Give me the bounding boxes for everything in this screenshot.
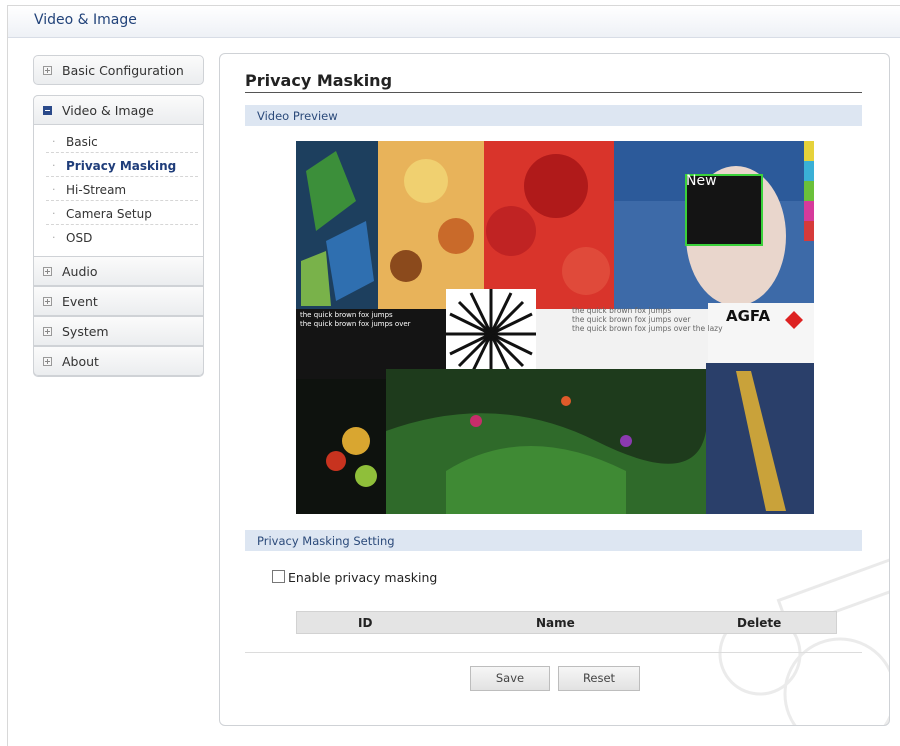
sidebar-subitem-hi-stream[interactable]: · Hi-Stream [46, 179, 198, 201]
video-brand-text: AGFA [726, 307, 771, 325]
save-button[interactable]: Save [470, 666, 550, 691]
plus-box-icon [43, 66, 52, 75]
sidebar-subitem-label: Camera Setup [66, 207, 152, 221]
sidebar-item-audio[interactable]: Audio [33, 256, 204, 286]
sidebar-item-basic-configuration[interactable]: Basic Configuration [33, 55, 204, 85]
sidebar-item-label: Video & Image [62, 103, 154, 118]
sidebar-item-label: System [62, 324, 109, 339]
plus-box-icon [43, 297, 52, 306]
header-title: Video & Image [34, 12, 137, 28]
column-header-name: Name [536, 616, 575, 630]
video-caption-left: the quick brown fox jumps the quick brow… [300, 311, 411, 328]
title-divider [245, 92, 862, 93]
sidebar-item-label: Basic Configuration [62, 63, 184, 78]
sidebar-item-label: Event [62, 294, 98, 309]
column-header-id: ID [358, 616, 373, 630]
enable-privacy-masking-label: Enable privacy masking [288, 570, 438, 585]
bullet-icon: · [52, 159, 56, 172]
column-header-delete: Delete [737, 616, 782, 630]
sidebar-subitem-osd[interactable]: · OSD [46, 227, 198, 249]
sidebar-item-label: About [62, 354, 99, 369]
section-header-privacy-masking-setting: Privacy Masking Setting [245, 530, 862, 551]
plus-box-icon [43, 327, 52, 336]
sidebar-subitem-privacy-masking[interactable]: · Privacy Masking [46, 155, 198, 177]
enable-privacy-masking-checkbox[interactable] [272, 570, 285, 583]
bullet-icon: · [52, 135, 56, 148]
page-title: Privacy Masking [245, 71, 393, 90]
top-bar: Video & Image [8, 6, 900, 38]
bullet-icon: · [52, 207, 56, 220]
sidebar-item-label: Audio [62, 264, 98, 279]
sidebar-subitem-basic[interactable]: · Basic [46, 131, 198, 153]
button-divider [245, 652, 862, 653]
sidebar-item-event[interactable]: Event [33, 286, 204, 316]
sidebar-item-about[interactable]: About [33, 346, 204, 376]
sidebar-subitem-label: Hi-Stream [66, 183, 127, 197]
sidebar-item-video-image[interactable]: Video & Image [33, 95, 204, 125]
plus-box-icon [43, 357, 52, 366]
sidebar-subitem-label: Basic [66, 135, 98, 149]
bullet-icon: · [52, 231, 56, 244]
sidebar-subitem-label: OSD [66, 231, 93, 245]
bullet-icon: · [52, 183, 56, 196]
mask-table-header: ID Name Delete [296, 611, 837, 634]
plus-box-icon [43, 267, 52, 276]
sidebar-subitem-label: Privacy Masking [66, 159, 177, 173]
minus-box-icon [43, 106, 52, 115]
enable-privacy-masking-row[interactable]: Enable privacy masking [272, 570, 437, 585]
section-header-video-preview: Video Preview [245, 105, 862, 126]
sidebar-subitem-camera-setup[interactable]: · Camera Setup [46, 203, 198, 225]
reset-button[interactable]: Reset [558, 666, 640, 691]
video-caption-right: the quick brown fox jumps the quick brow… [572, 306, 723, 333]
privacy-mask-label: New [686, 173, 717, 189]
sidebar-item-system[interactable]: System [33, 316, 204, 346]
